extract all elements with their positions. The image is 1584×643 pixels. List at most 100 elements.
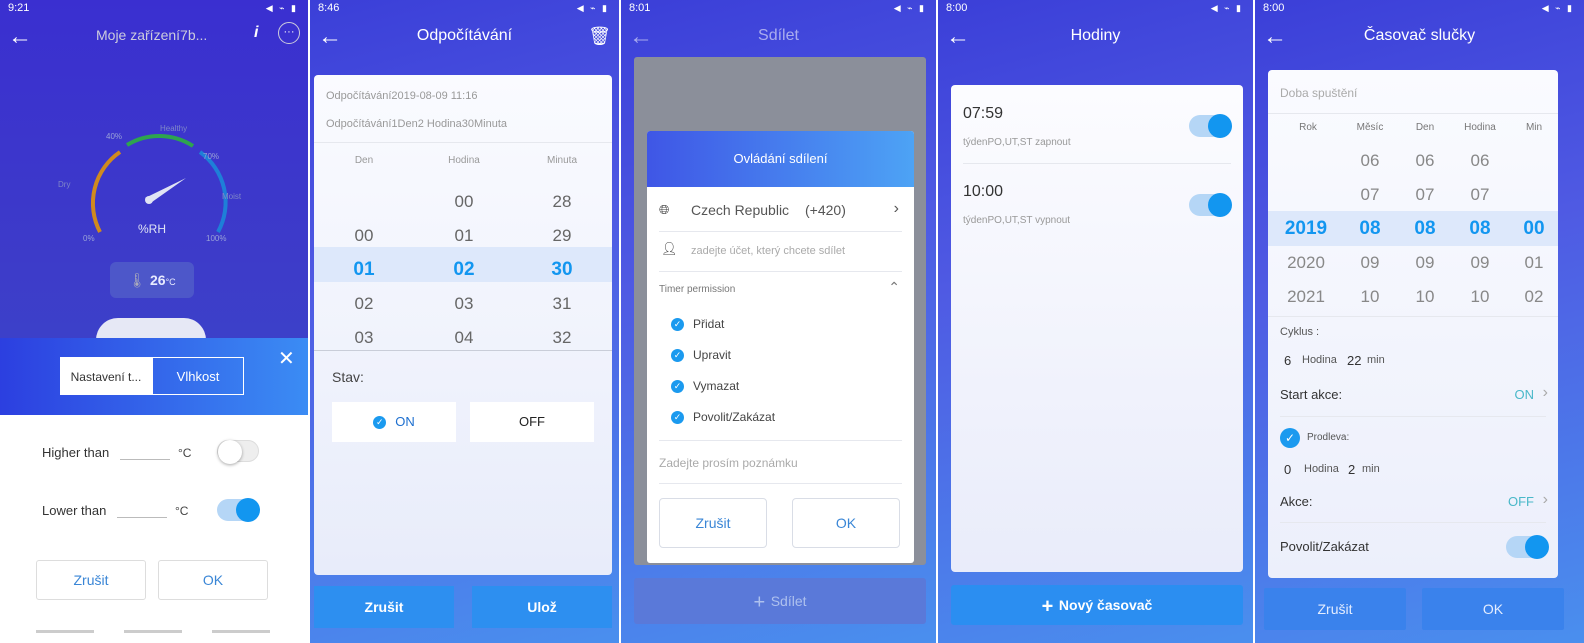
picker-item bbox=[1270, 178, 1342, 212]
day-picker[interactable]: 06 07 08 09 10 bbox=[1397, 144, 1453, 314]
timer-toggle[interactable] bbox=[1189, 114, 1232, 138]
status-bar: 8:46 ◀ ⌁ ▮ bbox=[310, 0, 619, 16]
lower-than-toggle[interactable] bbox=[217, 498, 260, 522]
picker-item: 02 bbox=[354, 294, 374, 313]
timer-item[interactable]: 10:00 týdenPO,UT,ST vypnout bbox=[951, 163, 1243, 241]
account-input[interactable]: zadejte účet, který chcete sdílet bbox=[691, 245, 845, 257]
picker-item: 07 bbox=[1415, 185, 1435, 204]
hour-picker[interactable]: 06 07 08 09 10 bbox=[1452, 144, 1508, 314]
minute-picker[interactable]: 28 29 30 31 32 bbox=[532, 185, 592, 355]
ok-button[interactable]: OK bbox=[158, 560, 268, 600]
tab-temperature[interactable]: Nastavení t... bbox=[60, 357, 152, 395]
permission-toggle[interactable]: ✓ Povolit/Zakázat bbox=[671, 410, 776, 425]
top-bar: ← Časovač slučky bbox=[1255, 18, 1584, 58]
delay-checkbox[interactable]: ✓ bbox=[1280, 428, 1300, 448]
gauge-label: %RH bbox=[138, 222, 167, 236]
start-action-value: ON bbox=[1514, 387, 1535, 402]
action-row[interactable]: Akce: OFF › bbox=[1268, 486, 1558, 518]
picker-item: 01 bbox=[454, 226, 474, 245]
chevron-right-icon: › bbox=[1542, 491, 1548, 508]
picker-item bbox=[1270, 144, 1342, 178]
higher-than-input[interactable] bbox=[120, 459, 170, 460]
timer-desc: týdenPO,UT,ST vypnout bbox=[963, 215, 1071, 226]
country-selector[interactable]: 🌐︎ Czech Republic (+420) › bbox=[659, 200, 903, 229]
day-picker[interactable]: 00 01 02 03 bbox=[334, 185, 394, 355]
picker-item-selected: 01 bbox=[353, 259, 375, 280]
country-code: (+420) bbox=[805, 202, 846, 218]
more-icon[interactable]: ··· bbox=[278, 22, 300, 44]
close-icon[interactable]: ✕ bbox=[278, 346, 295, 371]
picker-item: 09 bbox=[1415, 253, 1435, 272]
picker-item: 10 bbox=[1415, 287, 1435, 306]
ok-button[interactable]: OK bbox=[1422, 588, 1564, 630]
permission-header: Timer permission bbox=[659, 284, 736, 295]
permission-label: Povolit/Zakázat bbox=[693, 410, 776, 424]
gauge-word: Healthy bbox=[160, 124, 188, 133]
action-label: Akce: bbox=[1280, 494, 1313, 509]
picker-item: 10 bbox=[1470, 287, 1490, 306]
back-arrow-icon[interactable]: ← bbox=[8, 22, 32, 52]
timer-item[interactable]: 07:59 týdenPO,UT,ST zapnout bbox=[951, 85, 1243, 163]
start-action-label: Start akce: bbox=[1280, 387, 1343, 402]
globe-icon: 🌐︎ bbox=[659, 202, 670, 217]
save-button[interactable]: Ulož bbox=[472, 586, 612, 628]
share-button[interactable]: + Sdílet bbox=[634, 578, 926, 624]
share-dialog: Ovládání sdílení 🌐︎ Czech Republic (+420… bbox=[647, 131, 914, 563]
delay-hours[interactable]: 0 bbox=[1284, 462, 1291, 477]
cycle-hours[interactable]: 6 bbox=[1284, 353, 1291, 368]
status-time: 9:21 bbox=[8, 2, 30, 14]
year-picker[interactable]: 2019 2020 2021 bbox=[1270, 144, 1342, 314]
clock-screen: 8:00 ◀ ⌁ ▮ ← Hodiny 07:59 týdenPO,UT,ST z… bbox=[938, 0, 1253, 643]
note-input[interactable]: Zadejte prosím poznámku bbox=[659, 456, 798, 470]
month-picker[interactable]: 06 07 08 09 10 bbox=[1342, 144, 1398, 314]
tab-humidity[interactable]: Vlhkost bbox=[152, 357, 244, 395]
permission-delete[interactable]: ✓ Vymazat bbox=[671, 379, 740, 394]
plus-icon: + bbox=[753, 591, 771, 614]
off-option[interactable]: OFF bbox=[470, 402, 594, 442]
info-icon[interactable]: i bbox=[254, 24, 258, 42]
enable-toggle[interactable] bbox=[1506, 535, 1549, 559]
permission-label: Vymazat bbox=[693, 379, 740, 393]
divider bbox=[314, 142, 612, 143]
timer-toggle[interactable] bbox=[1189, 193, 1232, 217]
cancel-button[interactable]: Zrušit bbox=[1264, 588, 1406, 630]
temperature-badge: 🌡︎ 26°C bbox=[110, 262, 194, 298]
status-bar: 8:00 ◀ ⌁ ▮ bbox=[938, 0, 1253, 16]
cancel-button[interactable]: Zrušit bbox=[36, 560, 146, 600]
timer-list: 07:59 týdenPO,UT,ST zapnout 10:00 týdenP… bbox=[951, 85, 1243, 572]
ok-button[interactable]: OK bbox=[792, 498, 900, 548]
divider bbox=[659, 440, 902, 441]
trash-icon[interactable]: 🗑︎ bbox=[588, 26, 611, 47]
status-time: 8:00 bbox=[946, 2, 968, 14]
permission-label: Přidat bbox=[693, 317, 725, 331]
picker-item bbox=[1506, 178, 1562, 212]
higher-than-toggle[interactable] bbox=[217, 440, 259, 464]
start-action-row[interactable]: Start akce: ON › bbox=[1268, 378, 1558, 414]
humidity-screen: 9:21 ◀ ⌁ ▮ ← Moje zařízení7b... i ··· 0% … bbox=[0, 0, 308, 643]
gauge-word: Moist bbox=[222, 192, 242, 201]
permission-label: Upravit bbox=[693, 348, 732, 362]
permission-add[interactable]: ✓ Přidat bbox=[671, 317, 725, 332]
delay-hour-label: Hodina bbox=[1304, 463, 1339, 475]
delay-label: Prodleva: bbox=[1307, 432, 1350, 443]
hour-picker[interactable]: 00 01 02 03 04 bbox=[434, 185, 494, 355]
chevron-up-icon[interactable]: ⌃ bbox=[888, 279, 900, 296]
thermometer-icon: 🌡︎ bbox=[128, 272, 150, 288]
cycle-minutes[interactable]: 22 bbox=[1347, 353, 1361, 368]
cancel-button[interactable]: Zrušit bbox=[314, 586, 454, 628]
divider bbox=[314, 350, 612, 351]
lower-than-input[interactable] bbox=[117, 517, 167, 518]
permission-edit[interactable]: ✓ Upravit bbox=[671, 348, 732, 363]
loop-timer-screen: 8:00 ◀ ⌁ ▮ ← Časovač slučky Doba spuštění… bbox=[1255, 0, 1584, 643]
delay-minutes[interactable]: 2 bbox=[1348, 462, 1355, 477]
status-bar: 9:21 ◀ ⌁ ▮ bbox=[0, 0, 308, 16]
picker-item: 06 bbox=[1470, 151, 1490, 170]
temperature-unit: °C bbox=[165, 277, 176, 287]
cancel-button[interactable]: Zrušit bbox=[659, 498, 767, 548]
status-time: 8:46 bbox=[318, 2, 340, 14]
on-option[interactable]: ✓ ON bbox=[332, 402, 456, 442]
gauge-tick: 70% bbox=[203, 152, 220, 161]
new-timer-button[interactable]: + Nový časovač bbox=[951, 585, 1243, 625]
plus-icon: + bbox=[1041, 595, 1059, 618]
minute-picker[interactable]: 00 01 02 bbox=[1506, 144, 1562, 314]
